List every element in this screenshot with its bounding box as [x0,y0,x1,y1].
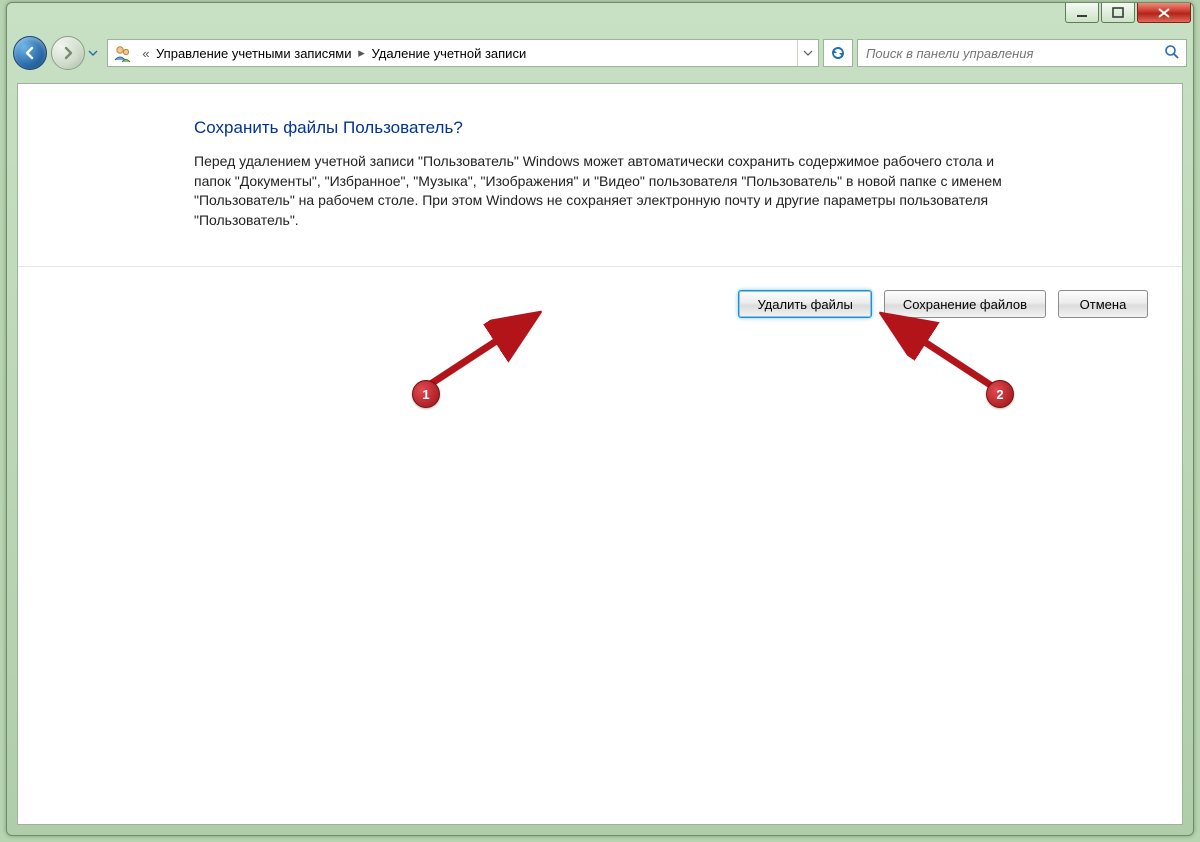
breadcrumb-separator-icon[interactable]: ▸ [353,45,369,61]
chevron-down-icon [88,48,98,58]
forward-button[interactable] [51,36,85,70]
nav-history-dropdown[interactable] [85,37,101,69]
annotation-marker-1: 1 [412,380,440,408]
breadcrumb-overflow-icon[interactable]: « [138,46,154,61]
close-button[interactable] [1137,3,1191,23]
address-dropdown[interactable] [797,40,818,66]
close-icon [1157,7,1171,19]
search-icon [1164,44,1180,63]
maximize-button[interactable] [1101,3,1135,23]
back-button[interactable] [13,36,47,70]
refresh-button[interactable] [823,39,853,67]
delete-files-button[interactable]: Удалить файлы [738,290,871,318]
maximize-icon [1112,7,1124,19]
address-bar[interactable]: « Управление учетными записями ▸ Удалени… [107,39,819,67]
page-title: Сохранить файлы Пользователь? [194,118,1122,138]
back-arrow-icon [22,45,38,61]
refresh-icon [829,44,847,62]
chevron-down-icon [803,48,813,58]
separator-line [18,266,1182,267]
user-accounts-icon [112,42,134,64]
annotation-marker-2: 2 [986,380,1014,408]
forward-arrow-icon [60,45,76,61]
breadcrumb-item-1[interactable]: Управление учетными записями [154,46,353,61]
search-input[interactable] [864,45,1164,62]
breadcrumb-item-2[interactable]: Удаление учетной записи [369,46,528,61]
minimize-button[interactable] [1065,3,1099,23]
search-box[interactable] [857,39,1187,67]
content-area: Сохранить файлы Пользователь? Перед удал… [17,83,1183,825]
window-frame: « Управление учетными записями ▸ Удалени… [6,2,1194,836]
cancel-button[interactable]: Отмена [1058,290,1148,318]
titlebar [7,3,1193,33]
minimize-icon [1076,7,1088,19]
body-text: Перед удалением учетной записи "Пользова… [194,152,1024,230]
nav-toolbar: « Управление учетными записями ▸ Удалени… [7,33,1193,73]
